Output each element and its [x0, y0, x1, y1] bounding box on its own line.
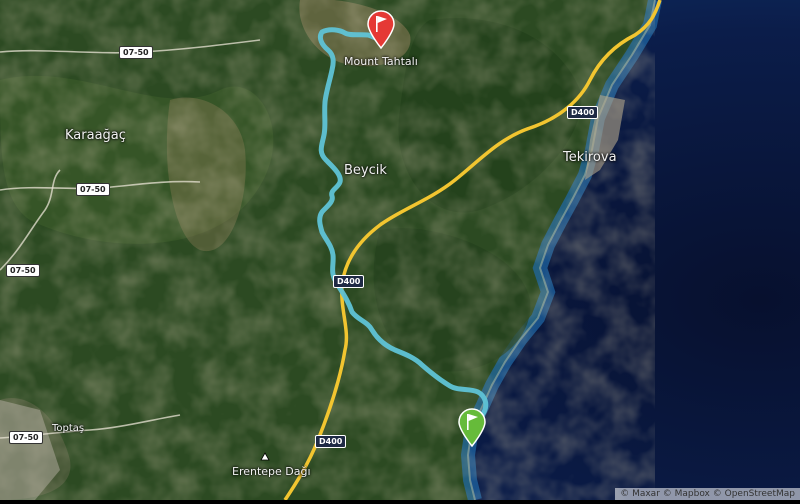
finish-marker[interactable]	[366, 10, 396, 54]
flag-icon	[367, 10, 395, 50]
satellite-map[interactable]: Mount Tahtalı Karaağaç Beycik Tekirova T…	[0, 0, 800, 502]
road-shield-d400: D400	[315, 435, 347, 448]
place-label-beycik: Beycik	[344, 163, 387, 178]
flag-icon	[458, 408, 486, 448]
place-label-erentepe: Erentepe Dağı	[232, 465, 311, 478]
place-label-mount-tahtali: Mount Tahtalı	[344, 55, 418, 68]
map-canvas	[0, 0, 800, 502]
place-label-tekirova: Tekirova	[563, 150, 617, 165]
map-attribution[interactable]: © Maxar © Mapbox © OpenStreetMap	[615, 488, 800, 500]
road-shield-07-50: 07-50	[6, 264, 40, 277]
road-shield-07-50: 07-50	[9, 431, 43, 444]
road-shield-07-50: 07-50	[119, 46, 153, 59]
peak-icon	[260, 452, 270, 461]
road-shield-d400: D400	[567, 106, 599, 119]
start-marker[interactable]	[457, 408, 487, 452]
road-shield-d400: D400	[333, 275, 365, 288]
place-label-toptas: Toptaş	[52, 423, 85, 434]
road-shield-07-50: 07-50	[76, 183, 110, 196]
place-label-karaagac: Karaağaç	[65, 128, 126, 143]
